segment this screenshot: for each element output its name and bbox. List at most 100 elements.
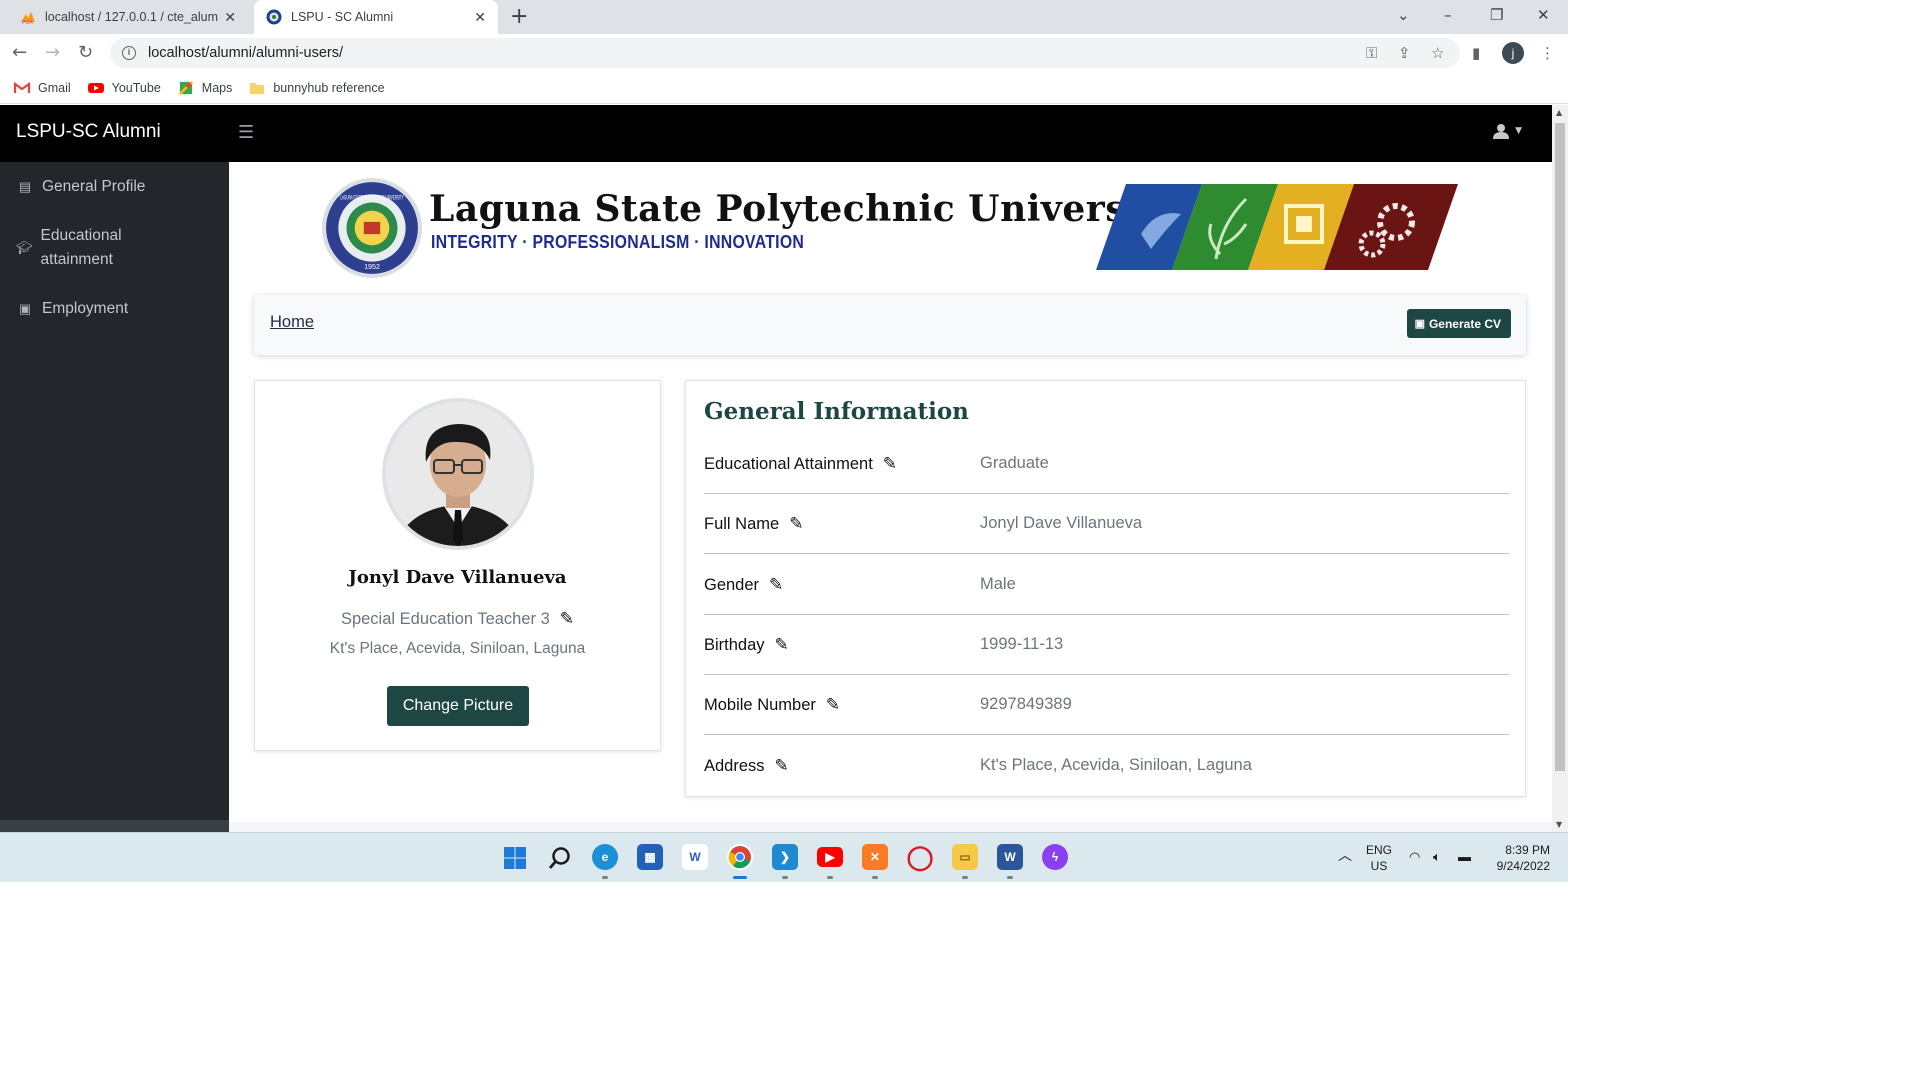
bookmark-maps[interactable]: Maps	[178, 80, 233, 95]
clock[interactable]: 8:39 PM 9/24/2022	[1488, 842, 1550, 874]
bookmark-gmail[interactable]: Gmail	[14, 81, 71, 95]
active-indicator	[733, 876, 747, 879]
browser-tab-alumni[interactable]: LSPU - SC Alumni ✕	[254, 0, 498, 34]
user-menu-dropdown[interactable]: ▼	[1493, 123, 1522, 139]
profile-photo	[386, 402, 530, 546]
edit-pencil-icon[interactable]: ✎	[789, 516, 803, 533]
sidebar-item-general-profile[interactable]: ▤ General Profile	[16, 175, 146, 199]
sidebar-item-educational-attainment[interactable]: 🎓︎ Educational attainment	[16, 224, 166, 272]
close-tab-icon[interactable]: ✕	[224, 9, 236, 26]
running-indicator	[602, 876, 608, 879]
page-viewport: LSPU-SC Alumni ☰ ▼ ▤ General Profile 🎓︎ …	[0, 105, 1552, 832]
profile-job-text: Special Education Teacher 3	[340, 610, 550, 628]
edit-pencil-icon[interactable]: ✎	[775, 757, 789, 775]
new-tab-button[interactable]: +	[510, 6, 528, 28]
file-explorer-icon[interactable]: ▭	[952, 844, 978, 870]
youtube-icon	[87, 82, 104, 93]
close-window-icon[interactable]: ✕	[1537, 6, 1550, 24]
language-text: ENG	[1366, 843, 1393, 857]
edit-pencil-icon[interactable]: ✎	[769, 576, 783, 594]
word-icon[interactable]: W	[997, 844, 1023, 870]
scrollbar-thumb[interactable]	[1555, 123, 1565, 771]
back-icon[interactable]: ←	[12, 42, 27, 63]
sidebar-footer	[0, 820, 229, 832]
scroll-up-icon[interactable]: ▲	[1556, 108, 1562, 117]
general-info-row: Address ✎ Kt's Place, Acevida, Siniloan, L…	[704, 736, 1509, 796]
opera-icon[interactable]: ◯	[907, 844, 934, 871]
university-banner: LAGUNA STATE POLYTECHNIC UNIVERSITY 1952…	[321, 174, 1458, 280]
phpmyadmin-icon: PMA	[21, 12, 35, 25]
edit-pencil-icon[interactable]: ✎	[826, 697, 840, 714]
password-key-icon[interactable]: ⚿	[1366, 44, 1377, 62]
bookmarks-bar: Gmail YouTube Maps bunnyhub reference	[0, 72, 1568, 104]
browser-tab-strip: PMA localhost / 127.0.0.1 / cte_alumni ✕…	[0, 0, 1568, 34]
bookmark-label: Maps	[201, 80, 233, 95]
general-info-row: Educational Attainment ✎ Graduate	[704, 434, 1509, 494]
change-picture-button[interactable]: Change Picture	[387, 686, 529, 726]
browser-menu-icon[interactable]: ⋮	[1540, 44, 1555, 62]
reload-icon[interactable]: ↻	[78, 42, 93, 63]
edit-pencil-icon[interactable]: ✎	[775, 636, 789, 654]
general-info-label-text: Address	[704, 756, 765, 775]
app-brand[interactable]: LSPU-SC Alumni	[16, 121, 161, 143]
vscode-icon[interactable]: ❯	[772, 844, 798, 870]
edge-icon[interactable]: e	[592, 844, 618, 870]
running-indicator	[827, 876, 833, 879]
generate-cv-button[interactable]: ▣ Generate CV	[1406, 309, 1511, 338]
close-tab-icon[interactable]: ✕	[474, 9, 486, 26]
scroll-down-icon[interactable]: ▼	[1556, 820, 1562, 829]
battery-icon[interactable]: ▬	[1458, 849, 1471, 865]
chrome-icon[interactable]	[727, 844, 753, 870]
general-info-label-text: Gender	[704, 575, 760, 594]
wifi-icon[interactable]: ◠	[1409, 849, 1420, 865]
site-info-icon[interactable]: i	[122, 46, 136, 60]
share-icon[interactable]: ⇪	[1398, 44, 1411, 62]
bookmark-star-icon[interactable]: ☆	[1431, 44, 1444, 62]
restore-icon[interactable]: ❐	[1490, 6, 1503, 24]
youtube-app-icon[interactable]: ▶	[817, 847, 843, 867]
bookmark-bunnyhub[interactable]: bunnyhub reference	[249, 81, 385, 95]
profile-avatar	[382, 398, 534, 550]
generate-cv-label: Generate CV	[1428, 316, 1501, 331]
edit-pencil-icon[interactable]: ✎	[560, 611, 574, 628]
windows-taskbar: e ▦ W ❯ ▶ ✕ ◯ ▭ W ϟ ︿ ENG US ◠ 🔈︎ ▬ 8:39…	[0, 832, 1568, 882]
edit-pencil-icon[interactable]: ✎	[883, 456, 897, 473]
running-indicator	[872, 876, 878, 879]
volume-icon[interactable]: 🔈︎	[1433, 849, 1441, 865]
microsoft-store-icon[interactable]: ▦	[637, 844, 663, 870]
lspu-favicon-icon	[266, 9, 282, 25]
wps-icon[interactable]: W	[682, 844, 708, 870]
general-info-label-text: Educational Attainment	[704, 455, 873, 473]
breadcrumb-home-link[interactable]: Home	[270, 313, 314, 332]
sidebar-toggle-icon[interactable]: ☰	[238, 122, 254, 143]
general-information-card: General Information Educational Attainme…	[685, 380, 1526, 797]
sidebar-item-employment[interactable]: ▣ Employment	[16, 297, 128, 321]
id-card-icon: ▤	[18, 179, 32, 194]
xampp-icon[interactable]: ✕	[862, 844, 888, 870]
chevron-up-icon[interactable]: ︿	[1338, 847, 1352, 863]
general-info-value: Male	[980, 574, 1016, 593]
browser-tab-phpmyadmin[interactable]: PMA localhost / 127.0.0.1 / cte_alumni ✕	[8, 0, 248, 34]
university-motto: INTEGRITY · PROFESSIONALISM · INNOVATION	[431, 232, 805, 252]
maps-icon	[178, 80, 193, 95]
page-scrollbar[interactable]: ▲ ▼	[1552, 105, 1568, 832]
bookmark-youtube[interactable]: YouTube	[87, 81, 161, 95]
seal-text: LAGUNA STATE POLYTECHNIC UNIVERSITY	[340, 194, 403, 201]
side-panel-icon[interactable]: ▮	[1472, 44, 1480, 62]
minimize-icon[interactable]: –	[1444, 6, 1452, 24]
general-info-label: Full Name ✎	[704, 515, 803, 534]
university-seal-logo: LAGUNA STATE POLYTECHNIC UNIVERSITY 1952	[322, 178, 422, 278]
language-indicator[interactable]: ENG US	[1366, 842, 1392, 874]
messenger-icon[interactable]: ϟ	[1042, 844, 1068, 870]
address-bar[interactable]: i localhost/alumni/alumni-users/	[110, 38, 1460, 68]
windows-start-icon[interactable]	[503, 846, 527, 870]
running-indicator	[782, 876, 788, 879]
search-icon[interactable]	[548, 846, 572, 870]
main-content: LAGUNA STATE POLYTECHNIC UNIVERSITY 1952…	[229, 162, 1552, 822]
general-info-value: Jonyl Dave Villanueva	[980, 514, 1143, 533]
forward-icon[interactable]: →	[45, 42, 60, 63]
browser-profile-avatar[interactable]: j	[1502, 42, 1524, 64]
tab-search-icon[interactable]: ⌄	[1397, 6, 1410, 24]
running-indicator	[1007, 876, 1013, 879]
general-info-value: 9297849389	[980, 695, 1072, 714]
